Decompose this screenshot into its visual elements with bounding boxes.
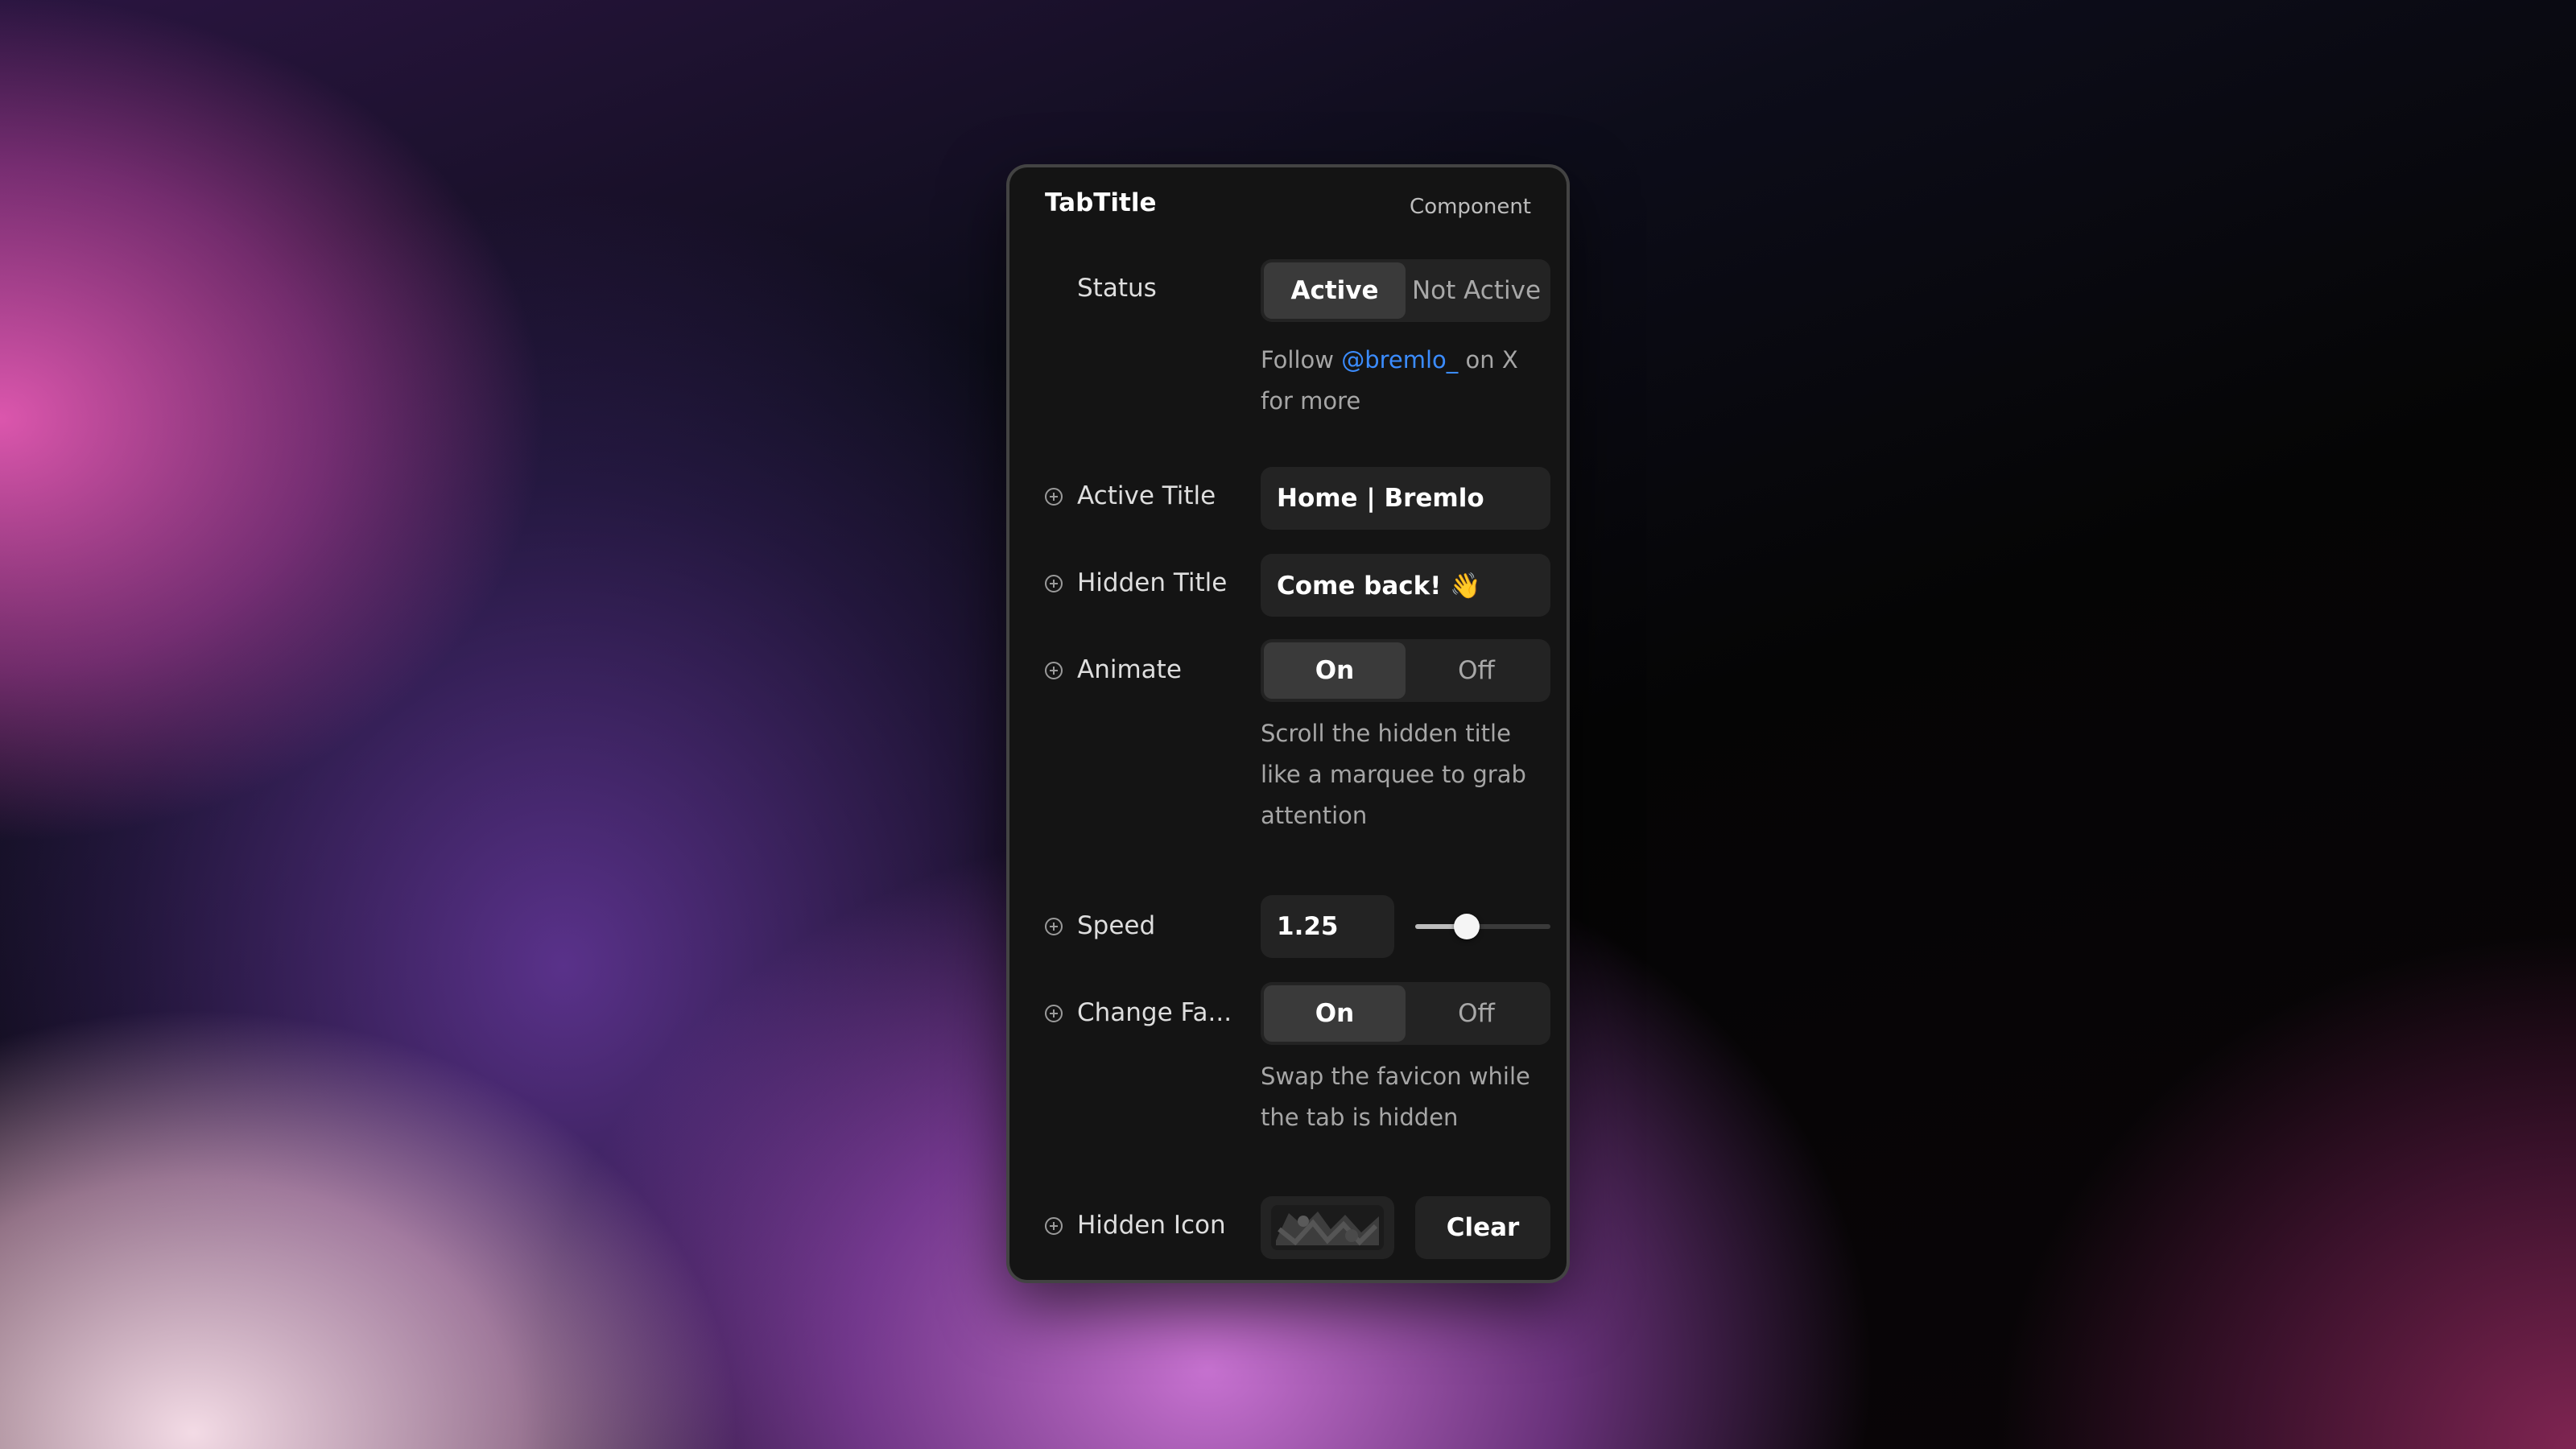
change-favicon-option-on[interactable]: On [1264, 985, 1406, 1042]
hidden-icon-preview-image [1271, 1205, 1384, 1250]
active-title-input[interactable]: Home | Bremlo [1261, 467, 1550, 530]
hidden-icon-label: Hidden Icon [1077, 1211, 1226, 1240]
panel-title: TabTitle [1045, 188, 1157, 217]
plus-circle-icon[interactable] [1045, 1217, 1063, 1235]
status-option-not-active[interactable]: Not Active [1406, 262, 1547, 319]
animate-label: Animate [1077, 655, 1182, 684]
follow-prefix: Follow [1261, 346, 1342, 374]
status-segmented-control: Active Not Active [1261, 259, 1550, 322]
follow-line2: for more [1261, 387, 1361, 415]
status-label: Status [1077, 274, 1157, 303]
animate-option-off[interactable]: Off [1406, 642, 1547, 699]
speed-label: Speed [1077, 911, 1156, 940]
change-favicon-description-line: the tab is hidden [1261, 1104, 1459, 1131]
change-favicon-label: Change Fa... [1077, 998, 1232, 1027]
clear-button[interactable]: Clear [1415, 1196, 1550, 1259]
active-title-label: Active Title [1077, 481, 1216, 510]
panel-subtitle: Component [1410, 195, 1531, 219]
animate-segmented-control: On Off [1261, 639, 1550, 702]
tabtitle-component-panel: TabTitle Component Status Active Not Act… [1006, 164, 1570, 1283]
follow-handle-link[interactable]: @bremlo_ [1341, 346, 1458, 374]
speed-slider-thumb[interactable] [1453, 914, 1480, 939]
follow-note: Follow @bremlo_ on X for more [1261, 340, 1550, 422]
status-option-active[interactable]: Active [1264, 262, 1406, 319]
change-favicon-description: Swap the favicon while the tab is hidden [1261, 1056, 1558, 1138]
follow-suffix: on X [1458, 346, 1518, 374]
speed-input[interactable]: 1.25 [1261, 895, 1394, 958]
plus-circle-icon[interactable] [1045, 918, 1063, 935]
plus-circle-icon[interactable] [1045, 662, 1063, 679]
hidden-icon-picker[interactable] [1261, 1196, 1394, 1259]
change-favicon-description-line: Swap the favicon while [1261, 1063, 1530, 1090]
plus-circle-icon[interactable] [1045, 1005, 1063, 1022]
animate-description-line: Scroll the hidden title [1261, 720, 1511, 747]
animate-description-line: like a marquee to grab [1261, 761, 1526, 788]
speed-slider-track[interactable] [1415, 924, 1550, 929]
plus-circle-icon[interactable] [1045, 488, 1063, 506]
animate-description-line: attention [1261, 802, 1368, 829]
animate-option-on[interactable]: On [1264, 642, 1406, 699]
hidden-title-label: Hidden Title [1077, 568, 1228, 597]
hidden-title-input[interactable]: Come back! 👋 [1261, 554, 1550, 617]
change-favicon-segmented-control: On Off [1261, 982, 1550, 1045]
change-favicon-option-off[interactable]: Off [1406, 985, 1547, 1042]
animate-description: Scroll the hidden title like a marquee t… [1261, 713, 1558, 836]
plus-circle-icon[interactable] [1045, 575, 1063, 592]
